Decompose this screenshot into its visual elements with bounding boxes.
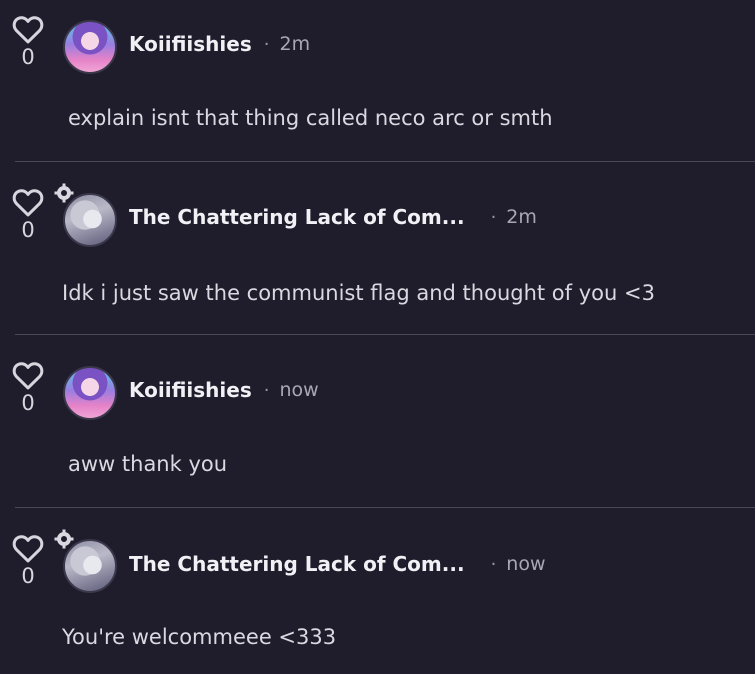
heart-icon[interactable] xyxy=(11,14,45,44)
comment-text: aww thank you xyxy=(68,452,228,476)
comment: 0 The Chattering Lack of Com... · now Yo… xyxy=(0,509,755,674)
heart-icon[interactable] xyxy=(11,187,45,217)
comment: 0 The Chattering Lack of Com... · 2m Idk… xyxy=(0,163,755,335)
comment-header: Koiifiishies · 2m xyxy=(129,32,310,56)
like-count: 0 xyxy=(21,391,35,415)
username[interactable]: Koiifiishies xyxy=(129,32,252,56)
separator-dot: · xyxy=(490,553,497,575)
like-control: 0 xyxy=(10,14,46,68)
comment-feed: 0 Koiifiishies · 2m explain isnt that th… xyxy=(0,0,755,674)
timestamp: now xyxy=(279,379,319,401)
gear-badge-icon xyxy=(54,183,74,203)
like-count: 0 xyxy=(21,564,35,588)
comment-text: You're welcommeee <333 xyxy=(62,625,337,649)
like-control: 0 xyxy=(10,533,46,587)
like-count: 0 xyxy=(21,218,35,242)
comment-text: Idk i just saw the communist flag and th… xyxy=(62,281,655,305)
like-control: 0 xyxy=(10,187,46,241)
separator-dot: · xyxy=(263,33,270,55)
like-control: 0 xyxy=(10,360,46,414)
comment-header: Koiifiishies · now xyxy=(129,378,319,402)
comment: 0 Koiifiishies · now aww thank you xyxy=(0,336,755,508)
comment: 0 Koiifiishies · 2m explain isnt that th… xyxy=(0,0,755,162)
heart-icon[interactable] xyxy=(11,533,45,563)
divider xyxy=(15,507,755,508)
heart-icon[interactable] xyxy=(11,360,45,390)
username[interactable]: Koiifiishies xyxy=(129,378,252,402)
separator-dot: · xyxy=(490,206,497,228)
separator-dot: · xyxy=(263,379,270,401)
comment-text: explain isnt that thing called neco arc … xyxy=(68,106,553,130)
divider xyxy=(15,334,755,335)
avatar[interactable] xyxy=(63,20,117,74)
avatar[interactable] xyxy=(63,366,117,420)
like-count: 0 xyxy=(21,45,35,69)
gear-badge-icon xyxy=(54,529,74,549)
timestamp: now xyxy=(506,553,546,575)
username[interactable]: The Chattering Lack of Com... xyxy=(129,205,465,229)
comment-header: The Chattering Lack of Com... · 2m xyxy=(129,205,537,229)
username[interactable]: The Chattering Lack of Com... xyxy=(129,552,465,576)
timestamp: 2m xyxy=(506,206,537,228)
timestamp: 2m xyxy=(279,33,311,55)
divider xyxy=(15,161,755,162)
comment-header: The Chattering Lack of Com... · now xyxy=(129,552,546,576)
